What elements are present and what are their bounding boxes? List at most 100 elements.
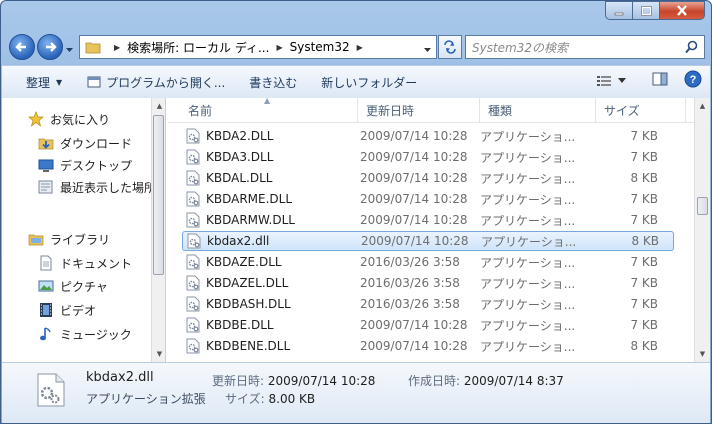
table-row[interactable]: KBDARMW.DLL 2009/07/14 10:28 アプリケーショ... 7 K… [182,210,674,230]
address-bar[interactable]: ▶ 検索場所: ローカル ディ... ▶ System32 ▶ [79,35,437,59]
breadcrumb-arrow-icon[interactable]: ▶ [276,43,282,52]
organize-button[interactable]: 整理 ▼ [2,70,74,94]
nav-favorites[interactable]: お気に入り [28,108,110,130]
command-bar: 整理 ▼ プログラムから開く... 書き込む 新しいフォルダー ? [2,65,710,99]
close-button[interactable] [659,1,705,20]
nav-downloads[interactable]: ダウンロード [38,132,132,154]
table-row[interactable]: kbdax2.dll 2009/07/14 10:28 アプリケーショ... 8 KB [182,231,674,251]
scroll-up-icon[interactable]: ▲ [695,98,710,114]
file-name-cell: KBDAZEL.DLL [182,275,348,291]
file-name-cell: KBDAL.DLL [182,170,348,186]
back-button[interactable] [9,34,35,60]
breadcrumb-search-location[interactable]: 検索場所: ローカル ディ... [127,39,269,56]
table-row[interactable]: KBDAL.DLL 2009/07/14 10:28 アプリケーショ... 8 KB [182,168,674,188]
breadcrumb-system32[interactable]: System32 [290,40,350,54]
column-date[interactable]: 更新日時 [358,98,480,122]
scroll-up-icon[interactable]: ▲ [152,98,167,114]
table-row[interactable]: KBDAZE.DLL 2016/03/26 3:58 アプリケーショ... 7 KB [182,252,674,272]
file-date: 2009/07/14 10:28 [360,318,468,332]
details-size-value: 8.00 KB [268,392,316,406]
nav-pictures[interactable]: ピクチャ [38,275,108,297]
table-row[interactable]: KBDARME.DLL 2009/07/14 10:28 アプリケーショ... 7 K… [182,189,674,209]
dll-file-icon [186,212,200,228]
table-row[interactable]: KBDBE.DLL 2009/07/14 10:28 アプリケーショ... 7 KB [182,315,674,335]
video-icon [38,302,54,318]
chevron-down-icon [618,78,626,83]
nav-pictures-label: ピクチャ [60,279,108,294]
open-with-button[interactable]: プログラムから開く... [74,70,237,94]
new-folder-button[interactable]: 新しいフォルダー [309,70,429,94]
pictures-icon [38,278,54,294]
folder-icon [85,39,101,55]
file-date: 2009/07/14 10:28 [360,171,468,185]
nav-libraries-label: ライブラリ [50,232,111,247]
nav-recent-label: 最近表示した場所 [60,180,152,195]
nav-scroll-thumb[interactable] [153,115,164,275]
nav-documents[interactable]: ドキュメント [38,252,132,274]
preview-pane-button[interactable] [652,72,668,89]
program-window-icon [86,74,102,90]
file-type: アプリケーショ... [480,150,576,165]
file-size: 8 KB [630,339,658,353]
details-modified-label: 更新日時: [212,374,265,388]
column-name[interactable]: ▲ 名前 [168,98,358,122]
column-size[interactable]: サイズ [596,98,686,122]
recent-pages-dropdown[interactable] [65,42,74,56]
column-type[interactable]: 種類 [480,98,596,122]
file-name: KBDBE.DLL [206,318,274,332]
nav-libraries[interactable]: ライブラリ [28,228,110,250]
details-created: 作成日時: 2009/07/14 8:37 [408,372,564,389]
file-name-cell: KBDBASH.DLL [182,296,348,312]
help-button[interactable]: ? [684,70,702,91]
breadcrumb-arrow-icon[interactable]: ▶ [357,43,363,52]
table-row[interactable]: KBDA3.DLL 2009/07/14 10:28 アプリケーショ... 7 KB [182,147,674,167]
table-row[interactable]: KBDAZEL.DLL 2016/03/26 3:58 アプリケーショ... 7 KB [182,273,674,293]
nav-favorites-label: お気に入り [50,112,111,127]
view-options-button[interactable] [596,74,626,88]
file-scroll-thumb[interactable] [697,197,708,215]
nav-videos[interactable]: ビデオ [38,299,96,321]
file-size: 8 KB [630,171,658,185]
breadcrumb-arrow-icon[interactable]: ▶ [114,43,120,52]
file-name: KBDBASH.DLL [206,297,291,311]
table-row[interactable]: KBDA2.DLL 2009/07/14 10:28 アプリケーショ... 7 KB [182,126,674,146]
nav-desktop[interactable]: デスクトップ [38,154,132,176]
file-name-cell: KBDARME.DLL [182,191,348,207]
nav-recent[interactable]: 最近表示した場所 [38,176,152,198]
scroll-down-icon[interactable]: ▼ [695,346,710,362]
minimize-button[interactable] [605,1,632,20]
details-view-icon [597,75,611,86]
chevron-down-icon [424,48,431,52]
details-file-name: kbdax2.dll [86,370,154,385]
file-type: アプリケーショ... [480,255,576,270]
file-size: 7 KB [630,297,658,311]
file-type: アプリケーショ... [480,297,576,312]
content-area: お気に入り ダウンロード デスクトップ 最近表示した場所 ライブラリ ドキュメン… [2,98,710,362]
scroll-down-icon[interactable]: ▼ [152,346,167,362]
sort-ascending-icon: ▲ [264,98,271,105]
search-refresh-icon [444,40,456,54]
search-input[interactable]: System32の検索 [465,35,705,59]
details-size-label: サイズ: [225,392,265,406]
explorer-window: ▶ 検索場所: ローカル ディ... ▶ System32 ▶ System32… [0,0,712,424]
forward-button[interactable] [37,34,63,60]
nav-downloads-label: ダウンロード [60,136,133,151]
file-date: 2016/03/26 3:58 [360,276,460,290]
file-type: アプリケーショ... [480,276,576,291]
search-icon[interactable] [685,40,698,57]
burn-button[interactable]: 書き込む [237,70,309,94]
nav-scrollbar[interactable]: ▲ ▼ [151,98,166,362]
file-scrollbar[interactable]: ▲ ▼ [694,98,710,362]
refresh-button[interactable] [438,35,462,59]
file-name: KBDARMW.DLL [206,213,295,227]
nav-music[interactable]: ミュージック [38,323,132,345]
file-name: KBDAZEL.DLL [206,276,289,290]
dll-file-icon [186,296,200,312]
nav-music-label: ミュージック [60,327,132,342]
file-date: 2016/03/26 3:58 [360,255,460,269]
table-row[interactable]: KBDBASH.DLL 2016/03/26 3:58 アプリケーショ... 7 KB [182,294,674,314]
file-date: 2016/03/26 3:58 [360,297,460,311]
maximize-button[interactable] [632,1,659,20]
address-dropdown[interactable] [423,42,432,56]
table-row[interactable]: KBDBENE.DLL 2009/07/14 10:28 アプリケーショ... 8 K… [182,336,674,356]
